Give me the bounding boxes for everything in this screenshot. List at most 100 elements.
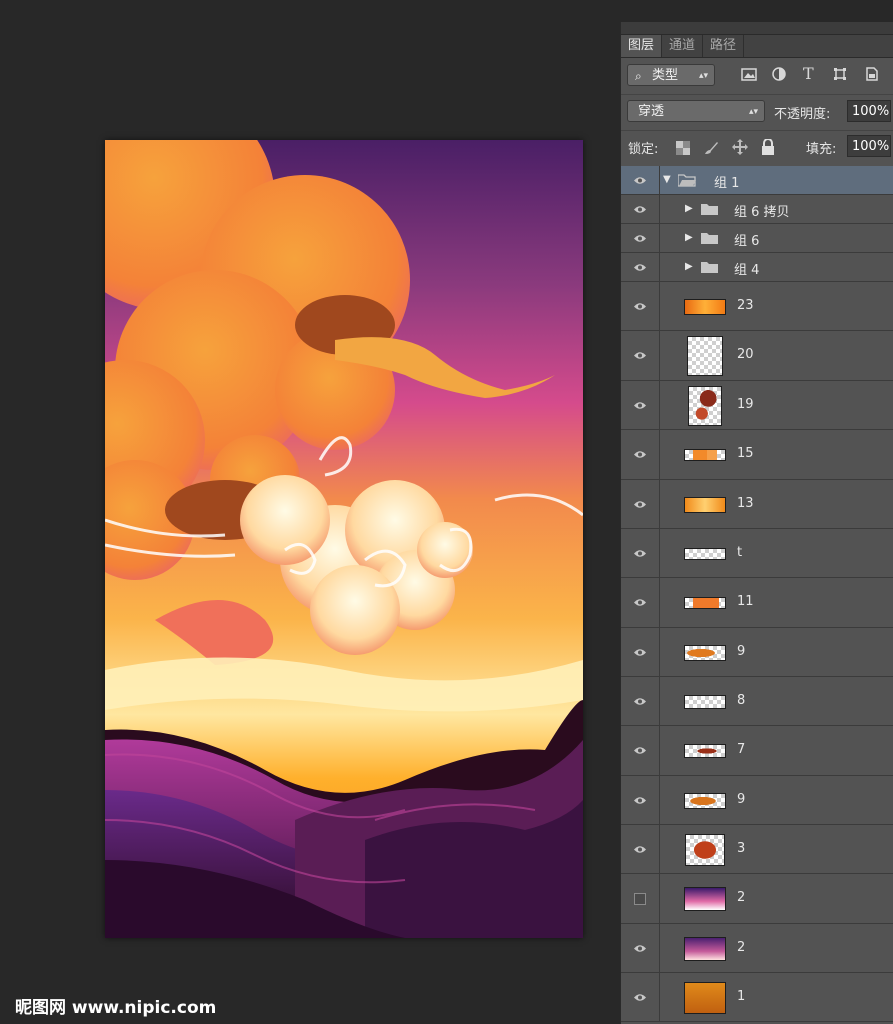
thumbnail-art [686, 835, 724, 865]
eye-icon [634, 649, 646, 656]
eye-icon [634, 846, 646, 853]
visibility-toggle[interactable] [621, 166, 660, 194]
visibility-toggle[interactable] [621, 253, 660, 281]
thumbnail-art [685, 598, 725, 608]
shape-filter-icon[interactable] [833, 67, 847, 85]
layer-row[interactable]: 11 [621, 578, 893, 628]
eye-icon [634, 451, 646, 458]
layer-row[interactable]: 19 [621, 381, 893, 430]
layer-row[interactable]: 15 [621, 430, 893, 480]
visibility-toggle[interactable] [621, 282, 660, 330]
visibility-toggle[interactable] [621, 480, 660, 528]
opacity-field[interactable]: 100% [847, 100, 891, 122]
layer-row[interactable]: t [621, 529, 893, 578]
layer-name: 7 [737, 742, 746, 757]
thumbnail-art [685, 450, 725, 460]
layer-row[interactable]: 1 [621, 973, 893, 1022]
image-filter-icon[interactable] [741, 67, 757, 85]
layer-name: 1 [737, 989, 746, 1004]
lock-pixels-icon[interactable] [703, 140, 719, 160]
layer-row[interactable]: 2 [621, 874, 893, 924]
visibility-toggle[interactable] [621, 776, 660, 824]
visibility-toggle[interactable] [621, 578, 660, 627]
layer-row[interactable]: 23 [621, 282, 893, 331]
layer-thumbnail [684, 548, 726, 560]
layer-row[interactable]: 20 [621, 331, 893, 381]
opacity-label: 不透明度: [774, 107, 831, 122]
layer-group-row[interactable]: ▶ 组 6 [621, 224, 893, 253]
visibility-toggle[interactable] [621, 331, 660, 380]
layer-name: 组 6 拷贝 [734, 205, 790, 220]
visibility-toggle[interactable] [621, 924, 660, 972]
layer-row[interactable]: 3 [621, 825, 893, 874]
layer-thumbnail [684, 793, 726, 809]
updown-arrow-icon: ▴▾ [698, 71, 708, 81]
folder-icon [701, 262, 718, 273]
layer-thumbnail [684, 299, 726, 315]
eye-icon [634, 945, 646, 952]
layer-row[interactable]: 8 [621, 677, 893, 726]
layer-row[interactable]: 7 [621, 726, 893, 776]
panel-title-bar[interactable] [621, 22, 893, 35]
eye-icon [634, 177, 646, 184]
visibility-toggle[interactable] [621, 874, 660, 923]
adjustment-filter-icon[interactable] [772, 67, 786, 85]
eye-icon [634, 550, 646, 557]
smart-object-filter-icon[interactable] [864, 67, 878, 85]
collapse-triangle-icon[interactable]: ▶ [685, 203, 693, 214]
visibility-toggle[interactable] [621, 726, 660, 775]
layer-row[interactable]: 13 [621, 480, 893, 529]
layer-thumbnail [685, 834, 725, 866]
visibility-toggle[interactable] [621, 224, 660, 252]
tab-layers[interactable]: 图层 [621, 35, 663, 57]
visibility-toggle[interactable] [621, 529, 660, 577]
visibility-toggle[interactable] [621, 628, 660, 676]
layer-thumbnail [687, 336, 723, 376]
eye-icon [634, 501, 646, 508]
visibility-toggle[interactable] [621, 973, 660, 1021]
layer-name: 9 [737, 644, 746, 659]
filter-row: ⌕ 类型 ▴▾ T [621, 58, 893, 92]
layer-name: 2 [737, 940, 746, 955]
hidden-visibility-box [634, 893, 646, 905]
collapse-triangle-icon[interactable]: ▶ [685, 232, 693, 243]
lock-label: 锁定: [628, 142, 659, 157]
visibility-toggle[interactable] [621, 381, 660, 429]
lock-position-icon[interactable] [732, 139, 748, 159]
lock-transparent-icon[interactable] [676, 141, 690, 159]
layer-name: 2 [737, 890, 746, 905]
layer-name: 组 1 [714, 176, 740, 191]
fill-field[interactable]: 100% [847, 135, 891, 157]
layer-name: 23 [737, 298, 754, 313]
layer-thumbnail [684, 645, 726, 661]
layer-thumbnail [688, 386, 722, 426]
updown-arrow-icon: ▴▾ [748, 107, 758, 117]
text-filter-icon[interactable]: T [803, 64, 814, 83]
collapse-triangle-icon[interactable]: ▶ [685, 261, 693, 272]
tab-paths[interactable]: 路径 [703, 35, 745, 57]
visibility-toggle[interactable] [621, 195, 660, 223]
artwork-illustration [105, 140, 583, 938]
thumbnail-art [685, 794, 725, 808]
visibility-toggle[interactable] [621, 677, 660, 725]
filter-kind-dropdown[interactable]: ⌕ 类型 ▴▾ [627, 64, 715, 86]
blend-mode-label: 穿透 [638, 104, 665, 119]
layer-thumbnail [684, 695, 726, 709]
layer-row[interactable]: 2 [621, 924, 893, 973]
layer-group-row[interactable]: ▼ 组 1 [621, 166, 893, 195]
blend-row: 穿透 ▴▾ 不透明度: 100% [621, 94, 893, 129]
watermark-site: 昵图网 www.nipic.com [15, 998, 217, 1018]
blend-mode-dropdown[interactable]: 穿透 ▴▾ [627, 100, 765, 122]
layer-name: 20 [737, 347, 754, 362]
tab-channels[interactable]: 通道 [662, 35, 704, 57]
lock-all-icon[interactable] [761, 138, 775, 159]
layer-group-row[interactable]: ▶ 组 6 拷贝 [621, 195, 893, 224]
expand-triangle-icon[interactable]: ▼ [663, 174, 671, 185]
visibility-toggle[interactable] [621, 825, 660, 873]
visibility-toggle[interactable] [621, 430, 660, 479]
layer-row[interactable]: 9 [621, 776, 893, 825]
eye-icon [634, 797, 646, 804]
layer-row[interactable]: 9 [621, 628, 893, 677]
panel-tabs: 图层 通道 路径 [621, 35, 893, 58]
layer-group-row[interactable]: ▶ 组 4 [621, 253, 893, 282]
